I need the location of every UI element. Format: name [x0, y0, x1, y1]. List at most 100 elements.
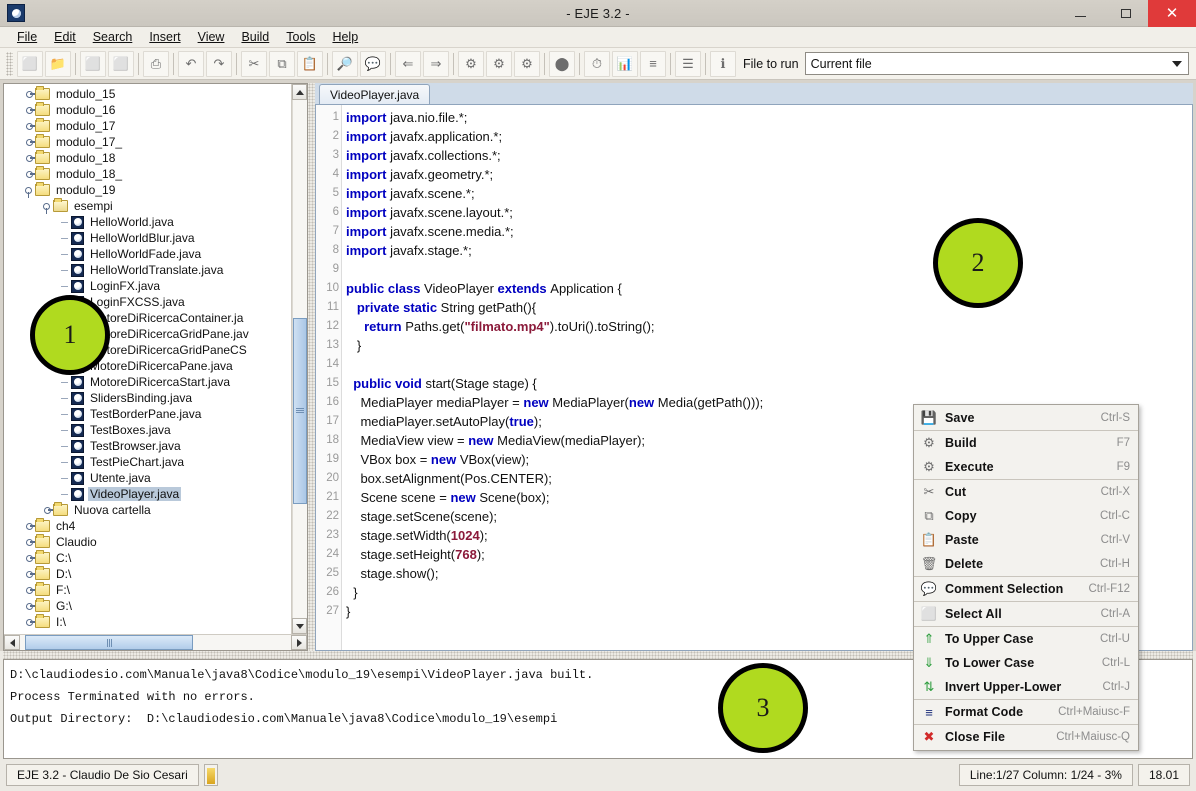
info-icon[interactable]: ℹ: [710, 50, 736, 77]
tree-node[interactable]: TestBorderPane.java: [4, 406, 291, 422]
tree-node[interactable]: C:\: [4, 550, 291, 566]
tree-scroll-track[interactable]: [292, 100, 307, 618]
tree-node[interactable]: TestBrowser.java: [4, 438, 291, 454]
execute-icon[interactable]: ⚙: [514, 50, 540, 77]
collapse-toggle-icon[interactable]: [22, 550, 35, 566]
collapse-toggle-icon[interactable]: [22, 166, 35, 182]
vertical-splitter[interactable]: [308, 83, 315, 651]
tree-node[interactable]: MotoreDiRicercaStart.java: [4, 374, 291, 390]
tree-node[interactable]: modulo_19: [4, 182, 291, 198]
expand-toggle-icon[interactable]: [22, 182, 35, 198]
paste-icon[interactable]: 📋: [297, 50, 323, 77]
tree-hscroll-thumb[interactable]: [25, 635, 194, 650]
save-icon[interactable]: ⬜: [80, 50, 106, 77]
tree-node[interactable]: TestPieChart.java: [4, 454, 291, 470]
menu-help[interactable]: Help: [324, 28, 367, 46]
tree-horizontal-scrollbar[interactable]: [4, 634, 307, 650]
collapse-toggle-icon[interactable]: [22, 134, 35, 150]
context-menu-item-cut[interactable]: ✂ Cut Ctrl-X: [914, 480, 1138, 504]
tree-node[interactable]: LoginFX.java: [4, 278, 291, 294]
build-icon[interactable]: ⚙: [486, 50, 512, 77]
open-folder-icon[interactable]: 📁: [45, 50, 71, 77]
tree-hscroll-track[interactable]: [20, 635, 291, 650]
tree-node[interactable]: TestBoxes.java: [4, 422, 291, 438]
chevron-down-icon[interactable]: [1168, 55, 1186, 72]
collapse-toggle-icon[interactable]: [22, 102, 35, 118]
tree-node[interactable]: VideoPlayer.java: [4, 486, 291, 502]
context-menu-item-paste[interactable]: 📋 Paste Ctrl-V: [914, 528, 1138, 552]
context-menu-item-select-all[interactable]: ⬜ Select All Ctrl-A: [914, 602, 1138, 626]
context-menu-item-build[interactable]: ⚙ Build F7: [914, 431, 1138, 455]
stop-icon[interactable]: ⬤: [549, 50, 575, 77]
context-menu-item-to-upper-case[interactable]: ⇑ To Upper Case Ctrl-U: [914, 627, 1138, 651]
context-menu-item-format-code[interactable]: ≡ Format Code Ctrl+Maiusc-F: [914, 700, 1138, 724]
tree-scroll-thumb[interactable]: [293, 317, 307, 505]
compile-icon[interactable]: ⚙: [458, 50, 484, 77]
tree-node[interactable]: Utente.java: [4, 470, 291, 486]
redo-icon[interactable]: ↷: [206, 50, 232, 77]
tree-node[interactable]: D:\: [4, 566, 291, 582]
undo-icon[interactable]: ↶: [178, 50, 204, 77]
tree-node[interactable]: modulo_18_: [4, 166, 291, 182]
tree-node[interactable]: ch4: [4, 518, 291, 534]
collapse-toggle-icon[interactable]: [22, 598, 35, 614]
context-menu-item-copy[interactable]: ⧉ Copy Ctrl-C: [914, 504, 1138, 528]
tree-node[interactable]: I:\: [4, 614, 291, 630]
javadoc-icon[interactable]: ☰: [675, 50, 701, 77]
tree-node[interactable]: HelloWorldFade.java: [4, 246, 291, 262]
tree-node[interactable]: G:\: [4, 598, 291, 614]
scroll-left-button[interactable]: [4, 635, 20, 650]
collapse-toggle-icon[interactable]: [22, 614, 35, 630]
collapse-toggle-icon[interactable]: [22, 118, 35, 134]
context-menu-item-comment-selection[interactable]: 💬 Comment Selection Ctrl-F12: [914, 577, 1138, 601]
tree-node[interactable]: F:\: [4, 582, 291, 598]
comment-icon[interactable]: 💬: [360, 50, 386, 77]
run-timer-icon[interactable]: ⏱: [584, 50, 610, 77]
collapse-toggle-icon[interactable]: [22, 534, 35, 550]
new-file-icon[interactable]: ⬜: [17, 50, 43, 77]
forward-arrow-icon[interactable]: ⇒: [423, 50, 449, 77]
tree-node[interactable]: HelloWorld.java: [4, 214, 291, 230]
menu-search[interactable]: Search: [85, 28, 142, 46]
menu-tools[interactable]: Tools: [278, 28, 324, 46]
file-to-run-combo[interactable]: Current file: [804, 52, 1189, 75]
collapse-toggle-icon[interactable]: [40, 502, 53, 518]
tree-node[interactable]: SlidersBinding.java: [4, 390, 291, 406]
collapse-toggle-icon[interactable]: [22, 150, 35, 166]
tree-node[interactable]: modulo_18: [4, 150, 291, 166]
tab-videoplayer-java[interactable]: VideoPlayer.java: [319, 84, 431, 104]
tree-node[interactable]: esempi: [4, 198, 291, 214]
tree-node[interactable]: modulo_16: [4, 102, 291, 118]
cut-icon[interactable]: ✂: [241, 50, 267, 77]
back-arrow-icon[interactable]: ⇐: [395, 50, 421, 77]
context-menu-item-close-file[interactable]: ✖ Close File Ctrl+Maiusc-Q: [914, 725, 1138, 749]
tree-node[interactable]: HelloWorldTranslate.java: [4, 262, 291, 278]
chart-icon[interactable]: 📊: [612, 50, 638, 77]
scroll-right-button[interactable]: [291, 635, 307, 650]
context-menu-item-save[interactable]: 💾 Save Ctrl-S: [914, 406, 1138, 430]
tree-vertical-scrollbar[interactable]: [291, 84, 307, 634]
menu-build[interactable]: Build: [233, 28, 278, 46]
tree-node[interactable]: HelloWorldBlur.java: [4, 230, 291, 246]
context-menu-item-delete[interactable]: 🗑 Delete Ctrl-H: [914, 552, 1138, 576]
scroll-down-button[interactable]: [292, 618, 307, 634]
collapse-toggle-icon[interactable]: [22, 518, 35, 534]
context-menu-item-invert-upper-lower[interactable]: ⇅ Invert Upper-Lower Ctrl-J: [914, 675, 1138, 699]
expand-toggle-icon[interactable]: [40, 198, 53, 214]
menu-file[interactable]: File: [9, 28, 46, 46]
print-icon[interactable]: ⎙: [143, 50, 169, 77]
collapse-toggle-icon[interactable]: [22, 582, 35, 598]
tree-node[interactable]: modulo_15: [4, 86, 291, 102]
tree-node[interactable]: modulo_17_: [4, 134, 291, 150]
toolbar-drag-handle[interactable]: [6, 51, 13, 76]
tree-node[interactable]: Claudio: [4, 534, 291, 550]
collapse-toggle-icon[interactable]: [22, 566, 35, 582]
save-as-icon[interactable]: ⬜: [108, 50, 134, 77]
memory-gauge-icon[interactable]: [203, 764, 218, 786]
find-icon[interactable]: 🔎: [332, 50, 358, 77]
copy-icon[interactable]: ⧉: [269, 50, 295, 77]
collapse-toggle-icon[interactable]: [22, 86, 35, 102]
scroll-up-button[interactable]: [292, 84, 307, 100]
tree-node[interactable]: Nuova cartella: [4, 502, 291, 518]
context-menu-item-to-lower-case[interactable]: ⇓ To Lower Case Ctrl-L: [914, 651, 1138, 675]
